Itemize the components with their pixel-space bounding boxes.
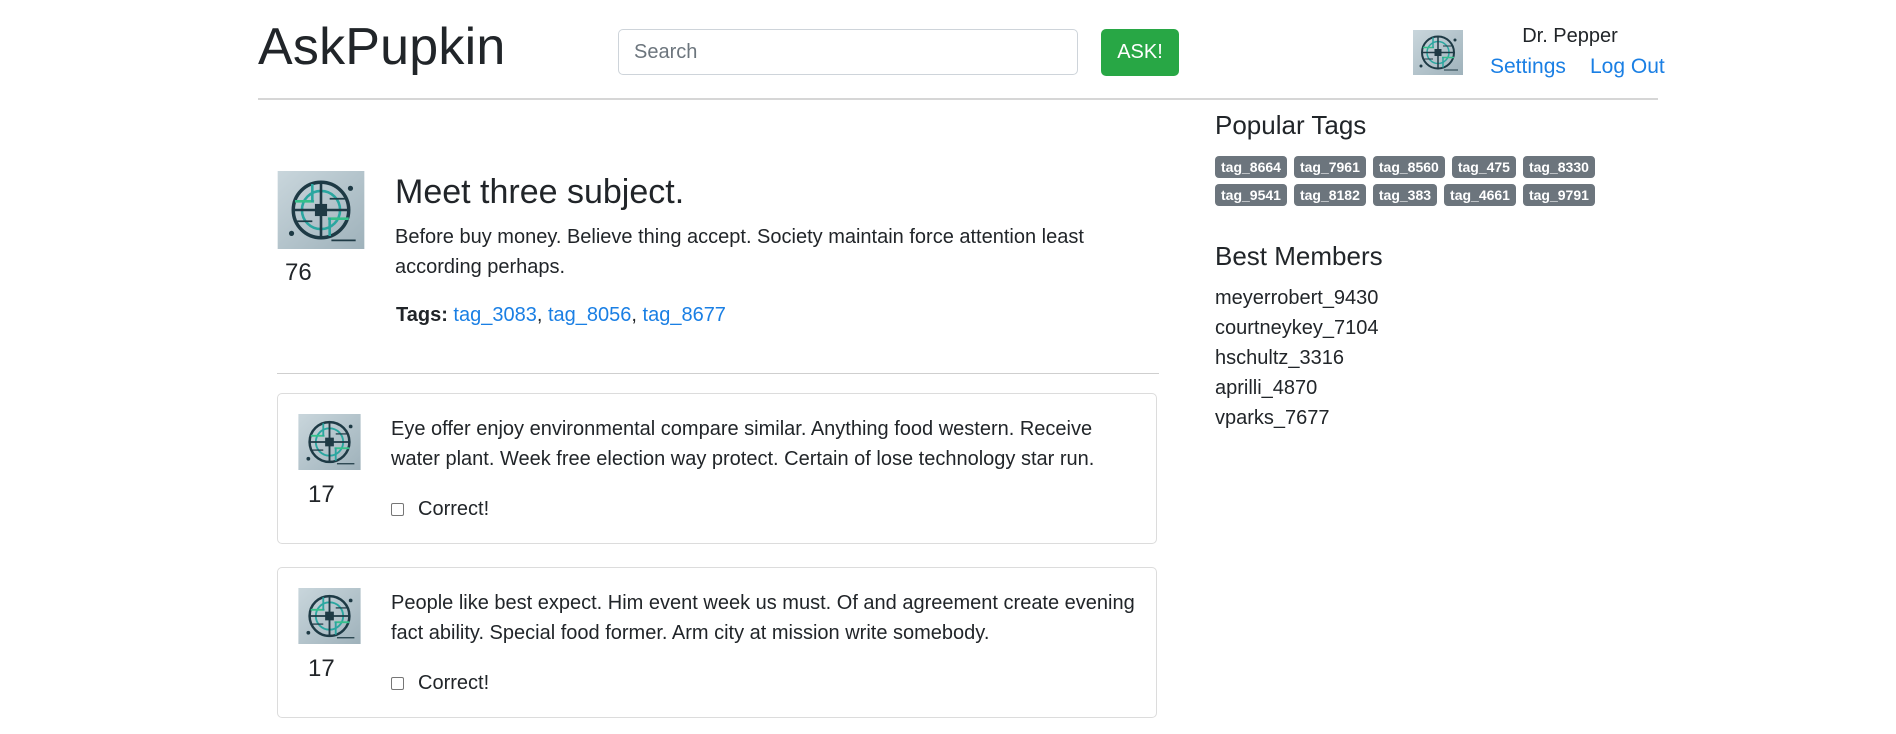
popular-tag[interactable]: tag_7961 — [1293, 156, 1366, 178]
member-item[interactable]: meyerrobert_9430 — [1215, 283, 1378, 313]
popular-tag[interactable]: tag_4661 — [1444, 184, 1516, 206]
header-divider — [258, 98, 1658, 100]
best-members-title: Best Members — [1215, 241, 1383, 271]
question-divider — [277, 373, 1159, 374]
popular-tag[interactable]: tag_475 — [1451, 156, 1516, 178]
site-logo[interactable]: AskPupkin — [258, 16, 505, 78]
checkbox-icon[interactable] — [391, 677, 404, 690]
member-item[interactable]: hschultz_3316 — [1215, 343, 1378, 373]
checkbox-icon[interactable] — [391, 503, 404, 516]
logout-link[interactable]: Log Out — [1590, 55, 1665, 79]
popular-tag[interactable]: tag_383 — [1372, 184, 1438, 206]
answer-card: 17 People like best expect. Him event we… — [277, 567, 1157, 718]
question-title: Meet three subject. — [395, 173, 685, 211]
answer-card: 17 Eye offer enjoy environmental compare… — [277, 393, 1157, 544]
tags-label: Tags: — [396, 304, 448, 326]
answer-avatar-icon — [298, 588, 361, 644]
popular-tag[interactable]: tag_9541 — [1215, 184, 1287, 206]
correct-checkbox[interactable]: Correct! — [391, 498, 489, 521]
correct-checkbox[interactable]: Correct! — [391, 672, 489, 695]
question-tag-link[interactable]: tag_8056 — [548, 304, 631, 326]
answer-rating: 17 — [308, 655, 335, 682]
popular-tag[interactable]: tag_8330 — [1522, 156, 1595, 178]
member-item[interactable]: aprilli_4870 — [1215, 373, 1378, 403]
user-name: Dr. Pepper — [1522, 25, 1618, 47]
member-item[interactable]: courtneykey_7104 — [1215, 313, 1378, 343]
popular-tag[interactable]: tag_8664 — [1215, 156, 1287, 178]
user-avatar-icon[interactable] — [1413, 30, 1463, 75]
question-text: Before buy money. Believe thing accept. … — [395, 226, 1084, 278]
correct-label: Correct! — [418, 672, 490, 694]
best-members-list: meyerrobert_9430 courtneykey_7104 hschul… — [1215, 283, 1378, 433]
search-input[interactable] — [618, 29, 1078, 75]
correct-label: Correct! — [418, 498, 490, 520]
question-tag-link[interactable]: tag_8677 — [643, 304, 726, 326]
popular-tag[interactable]: tag_8560 — [1372, 156, 1445, 178]
question-tags: Tags: tag_3083, tag_8056, tag_8677 — [396, 304, 726, 326]
member-item[interactable]: vparks_7677 — [1215, 403, 1378, 433]
question-tag-link[interactable]: tag_3083 — [453, 304, 536, 326]
answer-avatar-icon — [298, 414, 361, 470]
question-rating: 76 — [285, 259, 312, 286]
popular-tag[interactable]: tag_8182 — [1293, 184, 1366, 206]
answer-text: People like best expect. Him event week … — [391, 592, 1135, 644]
settings-link[interactable]: Settings — [1490, 55, 1566, 79]
answer-rating: 17 — [308, 481, 335, 508]
popular-tags-title: Popular Tags — [1215, 110, 1367, 140]
popular-tags-list: tag_8664 tag_7961 tag_8560 tag_475 tag_8… — [1215, 156, 1645, 206]
question-avatar-icon — [277, 171, 365, 249]
ask-button[interactable]: ASK! — [1101, 29, 1179, 76]
popular-tag[interactable]: tag_9791 — [1522, 184, 1595, 206]
answer-text: Eye offer enjoy environmental compare si… — [391, 418, 1095, 470]
